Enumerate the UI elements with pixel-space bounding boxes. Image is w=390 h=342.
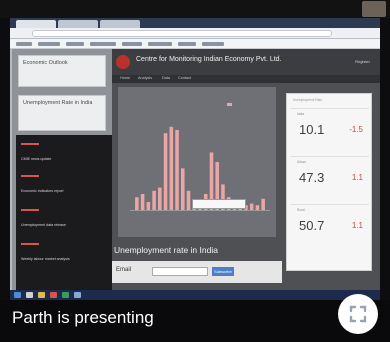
chart-bar[interactable] bbox=[140, 194, 145, 210]
news-date-marker bbox=[21, 143, 39, 145]
news-panel: CMIE news update Economic indicators rep… bbox=[16, 135, 112, 290]
meeting-frame: Economic Outlook Unemployment Rate in In… bbox=[0, 0, 390, 342]
url-field[interactable] bbox=[32, 30, 332, 37]
stat-label: Rural bbox=[297, 208, 305, 212]
email-field[interactable] bbox=[152, 267, 208, 276]
news-text: Unemployment data release bbox=[21, 223, 66, 227]
browser-tab[interactable] bbox=[16, 20, 56, 28]
chart-bar[interactable] bbox=[169, 126, 174, 210]
sidebar-card[interactable]: Unemployment Rate in India bbox=[18, 95, 106, 131]
site-nav: Home Analysis Data Contact bbox=[112, 75, 380, 83]
nav-item[interactable]: Analysis bbox=[138, 76, 152, 80]
web-page: Economic Outlook Unemployment Rate in In… bbox=[10, 49, 380, 290]
stat-label: Urban bbox=[297, 160, 306, 164]
browser-tab[interactable] bbox=[58, 20, 98, 28]
windows-taskbar bbox=[10, 290, 380, 300]
chart-bar[interactable] bbox=[255, 205, 260, 210]
news-text: CMIE news update bbox=[21, 157, 52, 161]
bookmark-item[interactable] bbox=[16, 42, 32, 46]
chart-bar[interactable] bbox=[146, 202, 151, 210]
chart-bar[interactable] bbox=[261, 198, 265, 210]
nav-item[interactable]: Contact bbox=[178, 76, 191, 80]
stat-value: 10.1 bbox=[299, 122, 325, 137]
fullscreen-icon bbox=[349, 305, 367, 323]
news-text: Weekly labour market analysis bbox=[21, 257, 70, 261]
presenter-thumbnail[interactable] bbox=[362, 1, 386, 17]
chart-caption: Unemployment rate in India bbox=[114, 245, 218, 255]
news-date-marker bbox=[21, 209, 39, 211]
chart-panel bbox=[118, 87, 276, 237]
chart-bar[interactable] bbox=[135, 197, 139, 210]
news-item[interactable]: Unemployment data release bbox=[21, 209, 105, 231]
chart-bar[interactable] bbox=[152, 190, 156, 210]
browser-icon[interactable] bbox=[50, 292, 57, 298]
legend-swatch bbox=[227, 103, 232, 106]
presenting-banner: Parth is presenting bbox=[0, 300, 390, 342]
meeting-top-bar bbox=[0, 0, 390, 18]
cmie-logo-icon[interactable] bbox=[116, 55, 130, 69]
chart-bar[interactable] bbox=[158, 187, 162, 210]
news-date-marker bbox=[21, 243, 39, 245]
nav-item[interactable]: Data bbox=[162, 76, 170, 80]
start-icon[interactable] bbox=[14, 292, 21, 298]
taskbar-app-icon[interactable] bbox=[26, 292, 33, 298]
sidebar-card-label: Economic Outlook bbox=[23, 60, 68, 66]
news-date-marker bbox=[21, 175, 39, 177]
bookmark-item[interactable] bbox=[38, 42, 60, 46]
chart-tooltip bbox=[192, 199, 246, 209]
shared-screen: Economic Outlook Unemployment Rate in In… bbox=[10, 18, 380, 290]
news-item[interactable]: CMIE news update bbox=[21, 143, 105, 165]
bookmark-item[interactable] bbox=[202, 42, 224, 46]
bookmark-item[interactable] bbox=[66, 42, 84, 46]
login-link[interactable]: Register bbox=[355, 59, 370, 64]
chart-bar[interactable] bbox=[249, 203, 254, 210]
taskbar-app-icon[interactable] bbox=[62, 292, 69, 298]
bookmark-item[interactable] bbox=[90, 42, 116, 46]
stat-change: 1.1 bbox=[351, 173, 363, 182]
presenter-status: Parth is presenting bbox=[12, 308, 154, 327]
browser-tab[interactable] bbox=[100, 20, 140, 28]
stat-row: Urban 47.3 1.1 bbox=[291, 156, 369, 200]
fullscreen-button[interactable] bbox=[338, 294, 378, 334]
subscribe-button[interactable]: Subscribe bbox=[212, 267, 234, 276]
stat-change: 1.1 bbox=[351, 221, 363, 230]
left-sidebar: Economic Outlook Unemployment Rate in In… bbox=[12, 49, 112, 290]
bookmark-item[interactable] bbox=[148, 42, 172, 46]
taskbar-app-icon[interactable] bbox=[74, 292, 81, 298]
nav-item[interactable]: Home bbox=[120, 76, 130, 80]
news-item[interactable]: Weekly labour market analysis bbox=[21, 243, 105, 265]
site-title: Centre for Monitoring Indian Economy Pvt… bbox=[136, 56, 282, 63]
stat-row: Rural 50.7 1.1 bbox=[291, 204, 369, 248]
bar-chart bbox=[130, 126, 270, 211]
chart-bar[interactable] bbox=[181, 168, 185, 210]
browser-tab-strip bbox=[10, 18, 380, 28]
sidebar-card-label: Unemployment Rate in India bbox=[23, 100, 93, 106]
chart-bar[interactable] bbox=[175, 130, 179, 210]
news-item[interactable]: Economic indicators report bbox=[21, 175, 105, 197]
stats-panel: Unemployment Rate India 10.1 -1.5 Urban … bbox=[286, 93, 372, 271]
bookmark-item[interactable] bbox=[122, 42, 142, 46]
subscribe-form: Email Subscribe bbox=[112, 261, 282, 283]
sidebar-card[interactable]: Economic Outlook bbox=[18, 55, 106, 87]
stats-header: Unemployment Rate bbox=[293, 98, 323, 102]
chart-bar[interactable] bbox=[163, 133, 168, 210]
news-text: Economic indicators report bbox=[21, 189, 64, 193]
stat-value: 47.3 bbox=[299, 170, 325, 185]
bookmarks-bar bbox=[10, 39, 380, 49]
stat-value: 50.7 bbox=[299, 218, 325, 233]
stat-row: India 10.1 -1.5 bbox=[291, 108, 369, 152]
site-header: Centre for Monitoring Indian Economy Pvt… bbox=[112, 49, 380, 75]
stat-label: India bbox=[297, 112, 304, 116]
field-label: Email bbox=[116, 267, 132, 273]
chart-bar[interactable] bbox=[186, 190, 191, 210]
bookmark-item[interactable] bbox=[178, 42, 196, 46]
stat-change: -1.5 bbox=[349, 125, 363, 134]
main-content: Centre for Monitoring Indian Economy Pvt… bbox=[112, 49, 380, 290]
browser-address-bar bbox=[10, 28, 380, 39]
folder-icon[interactable] bbox=[38, 292, 45, 298]
